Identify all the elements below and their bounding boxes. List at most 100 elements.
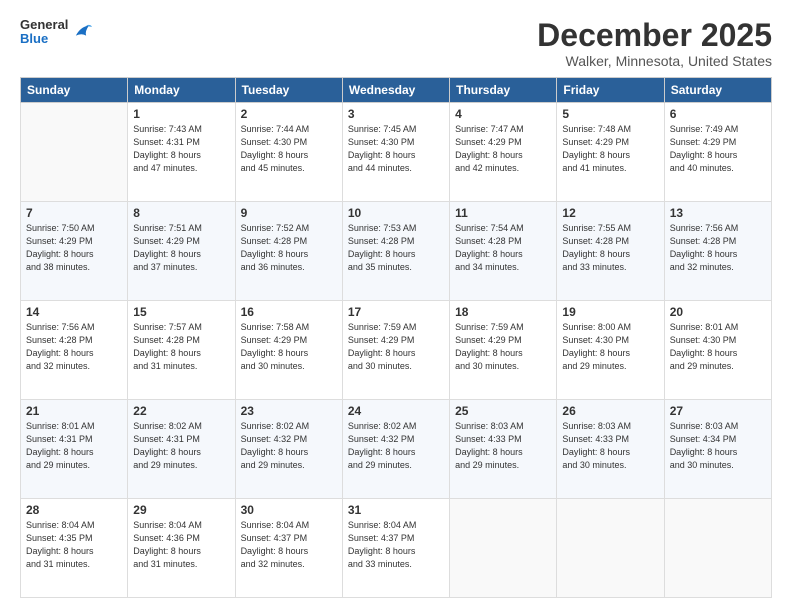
day-number: 29 — [133, 503, 229, 517]
logo-bird-icon — [70, 21, 92, 43]
calendar-cell: 31Sunrise: 8:04 AM Sunset: 4:37 PM Dayli… — [342, 499, 449, 598]
day-number: 30 — [241, 503, 337, 517]
logo-general: General — [20, 18, 68, 32]
week-row-3: 14 Sunrise: 7:56 AM Sunset: 4:28 PM Dayli… — [21, 301, 772, 400]
header: General Blue December 2025 Walker, Minne… — [20, 18, 772, 69]
day-number: 27 — [670, 404, 766, 418]
day-number: 31 — [348, 503, 444, 517]
day-info: Sunrise: 8:03 AM Sunset: 4:33 PM Dayligh… — [562, 420, 658, 472]
calendar-cell: 9 Sunrise: 7:52 AM Sunset: 4:28 PM Daylig… — [235, 202, 342, 301]
day-number: 4 — [455, 107, 551, 121]
calendar-cell: 25Sunrise: 8:03 AM Sunset: 4:33 PM Dayli… — [450, 400, 557, 499]
weekday-header-row: SundayMondayTuesdayWednesdayThursdayFrid… — [21, 78, 772, 103]
day-info: Sunrise: 8:03 AM Sunset: 4:34 PM Dayligh… — [670, 420, 766, 472]
day-number: 3 — [348, 107, 444, 121]
calendar-cell: 5Sunrise: 7:48 AM Sunset: 4:29 PM Daylig… — [557, 103, 664, 202]
calendar-cell — [664, 499, 771, 598]
title-block: December 2025 Walker, Minnesota, United … — [537, 18, 772, 69]
day-info: Sunrise: 7:50 AM Sunset: 4:29 PM Dayligh… — [26, 222, 122, 274]
calendar-cell — [557, 499, 664, 598]
calendar-cell: 6Sunrise: 7:49 AM Sunset: 4:29 PM Daylig… — [664, 103, 771, 202]
day-number: 12 — [562, 206, 658, 220]
day-number: 18 — [455, 305, 551, 319]
week-row-4: 21 Sunrise: 8:01 AM Sunset: 4:31 PM Dayli… — [21, 400, 772, 499]
day-info: Sunrise: 7:54 AM Sunset: 4:28 PM Dayligh… — [455, 222, 551, 274]
day-number: 26 — [562, 404, 658, 418]
day-info: Sunrise: 7:51 AM Sunset: 4:29 PM Dayligh… — [133, 222, 229, 274]
day-number: 24 — [348, 404, 444, 418]
day-info: Sunrise: 7:57 AM Sunset: 4:28 PM Dayligh… — [133, 321, 229, 373]
calendar-cell: 11 Sunrise: 7:54 AM Sunset: 4:28 PM Dayli… — [450, 202, 557, 301]
day-info: Sunrise: 8:01 AM Sunset: 4:31 PM Dayligh… — [26, 420, 122, 472]
calendar-cell — [450, 499, 557, 598]
weekday-thursday: Thursday — [450, 78, 557, 103]
weekday-monday: Monday — [128, 78, 235, 103]
day-number: 6 — [670, 107, 766, 121]
week-row-2: 7 Sunrise: 7:50 AM Sunset: 4:29 PM Daylig… — [21, 202, 772, 301]
day-info: Sunrise: 7:53 AM Sunset: 4:28 PM Dayligh… — [348, 222, 444, 274]
calendar-cell: 15Sunrise: 7:57 AM Sunset: 4:28 PM Dayli… — [128, 301, 235, 400]
day-info: Sunrise: 8:04 AM Sunset: 4:37 PM Dayligh… — [241, 519, 337, 571]
calendar-cell — [21, 103, 128, 202]
calendar-cell: 19Sunrise: 8:00 AM Sunset: 4:30 PM Dayli… — [557, 301, 664, 400]
day-number: 20 — [670, 305, 766, 319]
day-number: 7 — [26, 206, 122, 220]
calendar-cell: 12 Sunrise: 7:55 AM Sunset: 4:28 PM Dayli… — [557, 202, 664, 301]
day-info: Sunrise: 7:56 AM Sunset: 4:28 PM Dayligh… — [670, 222, 766, 274]
calendar-cell: 7 Sunrise: 7:50 AM Sunset: 4:29 PM Daylig… — [21, 202, 128, 301]
calendar-cell: 20Sunrise: 8:01 AM Sunset: 4:30 PM Dayli… — [664, 301, 771, 400]
day-number: 9 — [241, 206, 337, 220]
day-info: Sunrise: 7:45 AM Sunset: 4:30 PM Dayligh… — [348, 123, 444, 175]
calendar-cell: 30 Sunrise: 8:04 AM Sunset: 4:37 PM Dayli… — [235, 499, 342, 598]
weekday-tuesday: Tuesday — [235, 78, 342, 103]
day-number: 1 — [133, 107, 229, 121]
calendar-cell: 4 Sunrise: 7:47 AM Sunset: 4:29 PM Daylig… — [450, 103, 557, 202]
day-number: 17 — [348, 305, 444, 319]
calendar-cell: 16 Sunrise: 7:58 AM Sunset: 4:29 PM Dayli… — [235, 301, 342, 400]
page: General Blue December 2025 Walker, Minne… — [0, 0, 792, 612]
day-info: Sunrise: 7:52 AM Sunset: 4:28 PM Dayligh… — [241, 222, 337, 274]
calendar-subtitle: Walker, Minnesota, United States — [537, 53, 772, 69]
calendar-cell: 28 Sunrise: 8:04 AM Sunset: 4:35 PM Dayli… — [21, 499, 128, 598]
calendar-cell: 24 Sunrise: 8:02 AM Sunset: 4:32 PM Dayli… — [342, 400, 449, 499]
day-number: 21 — [26, 404, 122, 418]
week-row-1: 1 Sunrise: 7:43 AM Sunset: 4:31 PM Daylig… — [21, 103, 772, 202]
day-info: Sunrise: 7:55 AM Sunset: 4:28 PM Dayligh… — [562, 222, 658, 274]
day-number: 14 — [26, 305, 122, 319]
weekday-sunday: Sunday — [21, 78, 128, 103]
calendar-cell: 3 Sunrise: 7:45 AM Sunset: 4:30 PM Daylig… — [342, 103, 449, 202]
calendar-cell: 29Sunrise: 8:04 AM Sunset: 4:36 PM Dayli… — [128, 499, 235, 598]
day-info: Sunrise: 8:02 AM Sunset: 4:32 PM Dayligh… — [348, 420, 444, 472]
day-info: Sunrise: 7:47 AM Sunset: 4:29 PM Dayligh… — [455, 123, 551, 175]
calendar-cell: 10 Sunrise: 7:53 AM Sunset: 4:28 PM Dayli… — [342, 202, 449, 301]
day-number: 22 — [133, 404, 229, 418]
day-number: 10 — [348, 206, 444, 220]
day-number: 13 — [670, 206, 766, 220]
day-info: Sunrise: 7:58 AM Sunset: 4:29 PM Dayligh… — [241, 321, 337, 373]
logo: General Blue — [20, 18, 92, 47]
weekday-saturday: Saturday — [664, 78, 771, 103]
day-number: 11 — [455, 206, 551, 220]
day-info: Sunrise: 7:43 AM Sunset: 4:31 PM Dayligh… — [133, 123, 229, 175]
calendar-cell: 27 Sunrise: 8:03 AM Sunset: 4:34 PM Dayli… — [664, 400, 771, 499]
day-info: Sunrise: 7:56 AM Sunset: 4:28 PM Dayligh… — [26, 321, 122, 373]
weekday-wednesday: Wednesday — [342, 78, 449, 103]
day-number: 16 — [241, 305, 337, 319]
day-info: Sunrise: 8:02 AM Sunset: 4:32 PM Dayligh… — [241, 420, 337, 472]
week-row-5: 28 Sunrise: 8:04 AM Sunset: 4:35 PM Dayli… — [21, 499, 772, 598]
calendar-cell: 1 Sunrise: 7:43 AM Sunset: 4:31 PM Daylig… — [128, 103, 235, 202]
day-number: 28 — [26, 503, 122, 517]
day-info: Sunrise: 8:04 AM Sunset: 4:35 PM Dayligh… — [26, 519, 122, 571]
day-number: 23 — [241, 404, 337, 418]
calendar-title: December 2025 — [537, 18, 772, 53]
day-number: 8 — [133, 206, 229, 220]
day-number: 2 — [241, 107, 337, 121]
calendar-cell: 8 Sunrise: 7:51 AM Sunset: 4:29 PM Daylig… — [128, 202, 235, 301]
day-info: Sunrise: 8:02 AM Sunset: 4:31 PM Dayligh… — [133, 420, 229, 472]
calendar-cell: 26 Sunrise: 8:03 AM Sunset: 4:33 PM Dayli… — [557, 400, 664, 499]
calendar-cell: 21 Sunrise: 8:01 AM Sunset: 4:31 PM Dayli… — [21, 400, 128, 499]
calendar-cell: 17Sunrise: 7:59 AM Sunset: 4:29 PM Dayli… — [342, 301, 449, 400]
day-number: 25 — [455, 404, 551, 418]
calendar-cell: 23 Sunrise: 8:02 AM Sunset: 4:32 PM Dayli… — [235, 400, 342, 499]
calendar-cell: 13 Sunrise: 7:56 AM Sunset: 4:28 PM Dayli… — [664, 202, 771, 301]
